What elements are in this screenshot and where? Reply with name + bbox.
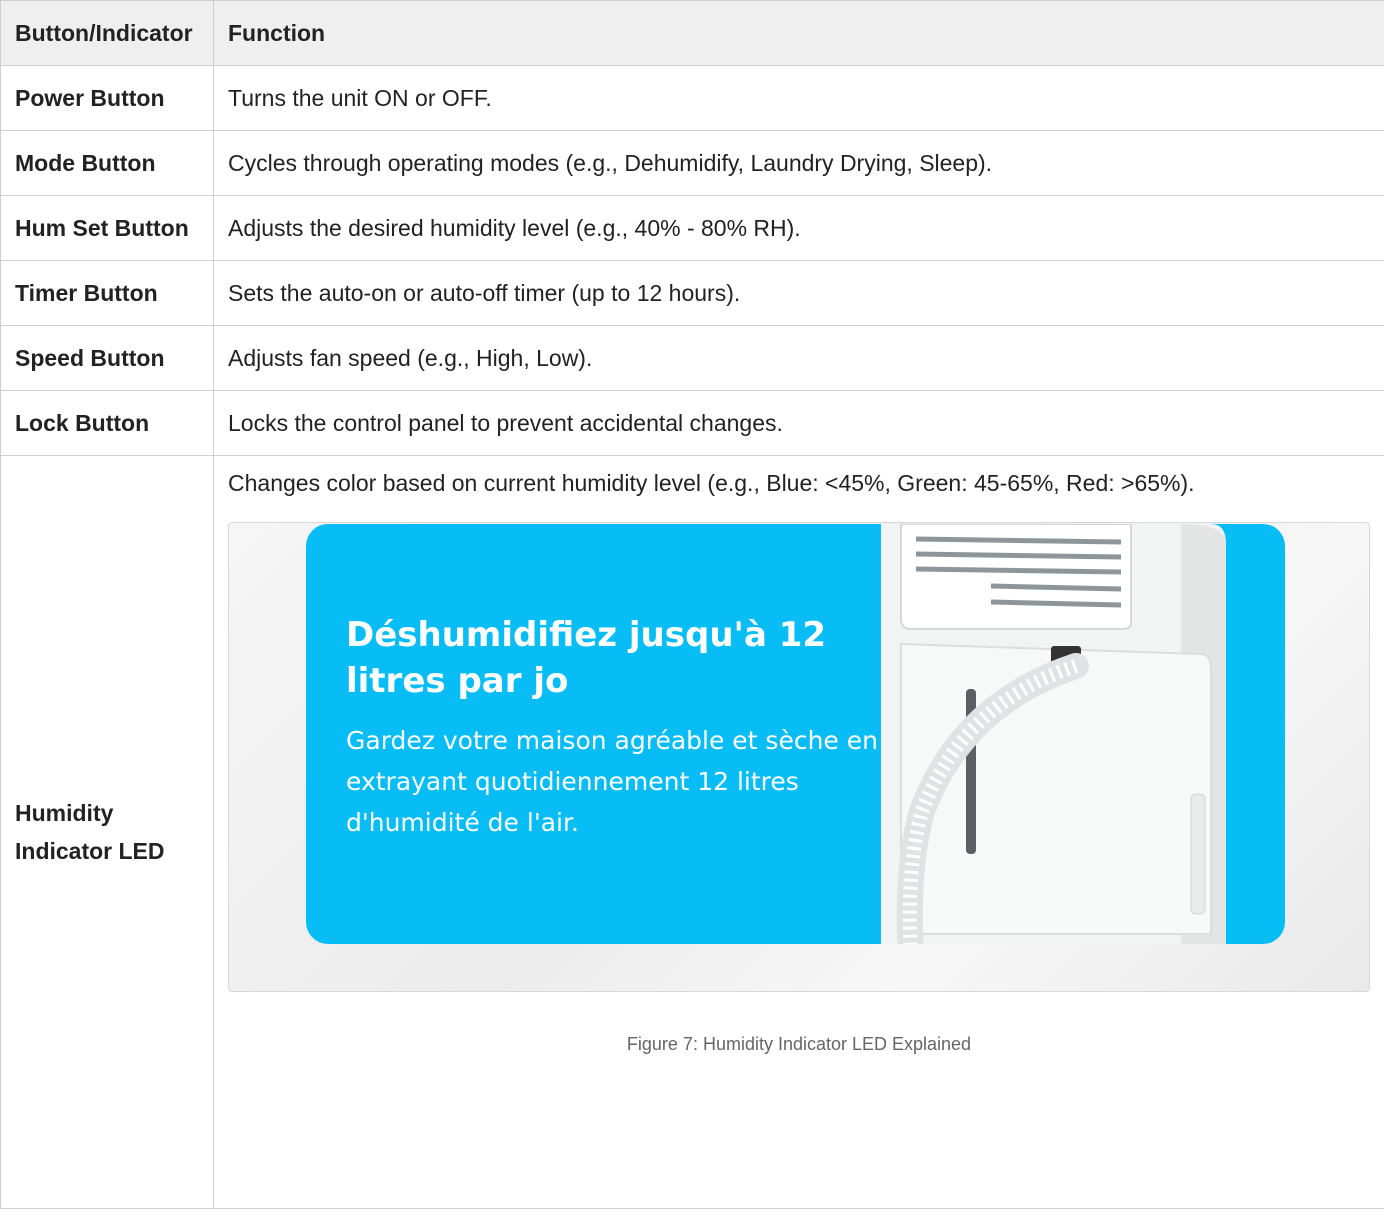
table-row: Hum Set Button Adjusts the desired humid… xyxy=(0,195,1384,261)
dehumidifier-illustration xyxy=(881,524,1226,944)
row-function: Locks the control panel to prevent accid… xyxy=(213,390,1384,456)
table-row: Speed Button Adjusts fan speed (e.g., Hi… xyxy=(0,325,1384,391)
header-function: Function xyxy=(213,0,1384,66)
table-row: Power Button Turns the unit ON or OFF. xyxy=(0,65,1384,131)
promo-banner: Déshumidifiez jusqu'à 12 litres par jo G… xyxy=(306,524,1285,944)
controls-table: Button/Indicator Function Power Button T… xyxy=(0,0,1384,1209)
row-name: Humidity Indicator LED xyxy=(0,455,214,1209)
row-name: Speed Button xyxy=(0,325,214,391)
table-row: Humidity Indicator LED Changes color bas… xyxy=(0,455,1384,1209)
row-function: Turns the unit ON or OFF. xyxy=(213,65,1384,131)
row-name: Timer Button xyxy=(0,260,214,326)
promo-title: Déshumidifiez jusqu'à 12 litres par jo xyxy=(346,615,827,701)
row-name: Hum Set Button xyxy=(0,195,214,261)
row-function-cell: Changes color based on current humidity … xyxy=(213,455,1384,1209)
header-button-indicator: Button/Indicator xyxy=(0,0,214,66)
table-row: Timer Button Sets the auto-on or auto-of… xyxy=(0,260,1384,326)
row-function: Adjusts fan speed (e.g., High, Low). xyxy=(213,325,1384,391)
table-row: Lock Button Locks the control panel to p… xyxy=(0,390,1384,456)
figure-image: Déshumidifiez jusqu'à 12 litres par jo G… xyxy=(228,522,1370,992)
row-name: Lock Button xyxy=(0,390,214,456)
row-function: Adjusts the desired humidity level (e.g.… xyxy=(213,195,1384,261)
row-name: Mode Button xyxy=(0,130,214,196)
table-header-row: Button/Indicator Function xyxy=(0,0,1384,66)
figure-caption: Figure 7: Humidity Indicator LED Explain… xyxy=(626,1034,972,1054)
row-name: Power Button xyxy=(0,65,214,131)
row-function: Changes color based on current humidity … xyxy=(228,470,1195,496)
promo-body: Gardez votre maison agréable et sèche en… xyxy=(346,726,878,837)
row-function: Sets the auto-on or auto-off timer (up t… xyxy=(213,260,1384,326)
row-function: Cycles through operating modes (e.g., De… xyxy=(213,130,1384,196)
table-row: Mode Button Cycles through operating mod… xyxy=(0,130,1384,196)
